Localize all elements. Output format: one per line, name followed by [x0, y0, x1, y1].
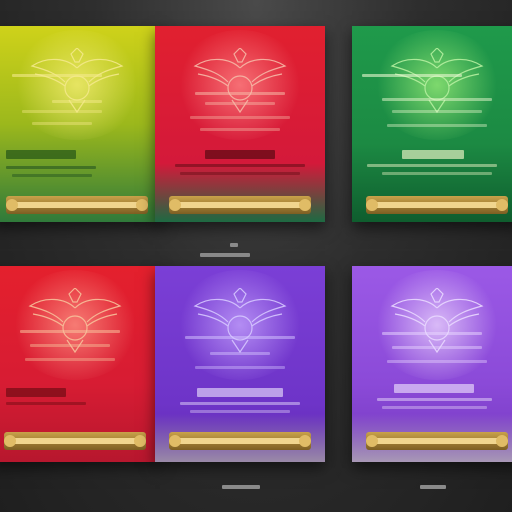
ornate-scroll-bar: [6, 196, 148, 214]
text-line: [32, 122, 92, 125]
bottom-caption-center: [222, 484, 260, 491]
text-line: [387, 360, 487, 363]
card-heading: [205, 150, 275, 159]
text-line: [12, 74, 102, 77]
card-heading: [197, 388, 283, 397]
ornate-scroll-bar: [366, 432, 508, 450]
text-line: [20, 330, 120, 333]
text-line: [175, 164, 305, 167]
text-line: [30, 344, 110, 347]
text-line: [12, 174, 92, 177]
bottom-caption-right: [420, 484, 446, 491]
text-line: [200, 128, 280, 131]
eagle-emblem-icon: [30, 48, 124, 114]
text-line: [377, 398, 492, 401]
eagle-emblem-icon: [390, 48, 484, 114]
card-heading: [6, 150, 76, 159]
text-line: [387, 124, 487, 127]
ornate-scroll-bar: [169, 196, 311, 214]
ornate-scroll-bar: [4, 432, 146, 450]
text-line: [25, 358, 115, 361]
text-line: [210, 352, 270, 355]
text-line: [195, 92, 285, 95]
text-line: [367, 164, 497, 167]
text-line: [205, 102, 275, 105]
eagle-emblem-icon: [193, 48, 287, 114]
text-line: [382, 98, 492, 101]
eagle-emblem-icon: [28, 288, 122, 354]
ornate-scroll-bar: [169, 432, 311, 450]
text-line: [382, 332, 482, 335]
center-caption: [200, 242, 250, 259]
certificate-card-green: [352, 26, 512, 222]
text-line: [180, 402, 300, 405]
card-heading: [394, 384, 474, 393]
certificate-card-purple: [155, 266, 325, 462]
text-line: [190, 116, 290, 119]
eagle-emblem-icon: [193, 288, 287, 354]
text-line: [6, 166, 96, 169]
card-heading: [6, 388, 66, 397]
text-line: [180, 172, 300, 175]
text-line: [6, 402, 86, 405]
certificate-card-violet: [352, 266, 512, 462]
text-line: [392, 346, 482, 349]
text-line: [52, 100, 102, 103]
text-line: [382, 172, 492, 175]
text-line: [392, 110, 482, 113]
text-line: [382, 406, 487, 409]
certificate-card-red-bottom: [0, 266, 160, 462]
text-line: [185, 336, 295, 339]
ornate-scroll-bar: [366, 196, 508, 214]
text-line: [195, 366, 285, 369]
card-heading: [402, 150, 464, 159]
text-line: [190, 410, 290, 413]
text-line: [22, 110, 102, 113]
text-line: [362, 74, 462, 77]
certificate-card-red-top: [155, 26, 325, 222]
certificate-card-yellow-green: [0, 26, 162, 222]
